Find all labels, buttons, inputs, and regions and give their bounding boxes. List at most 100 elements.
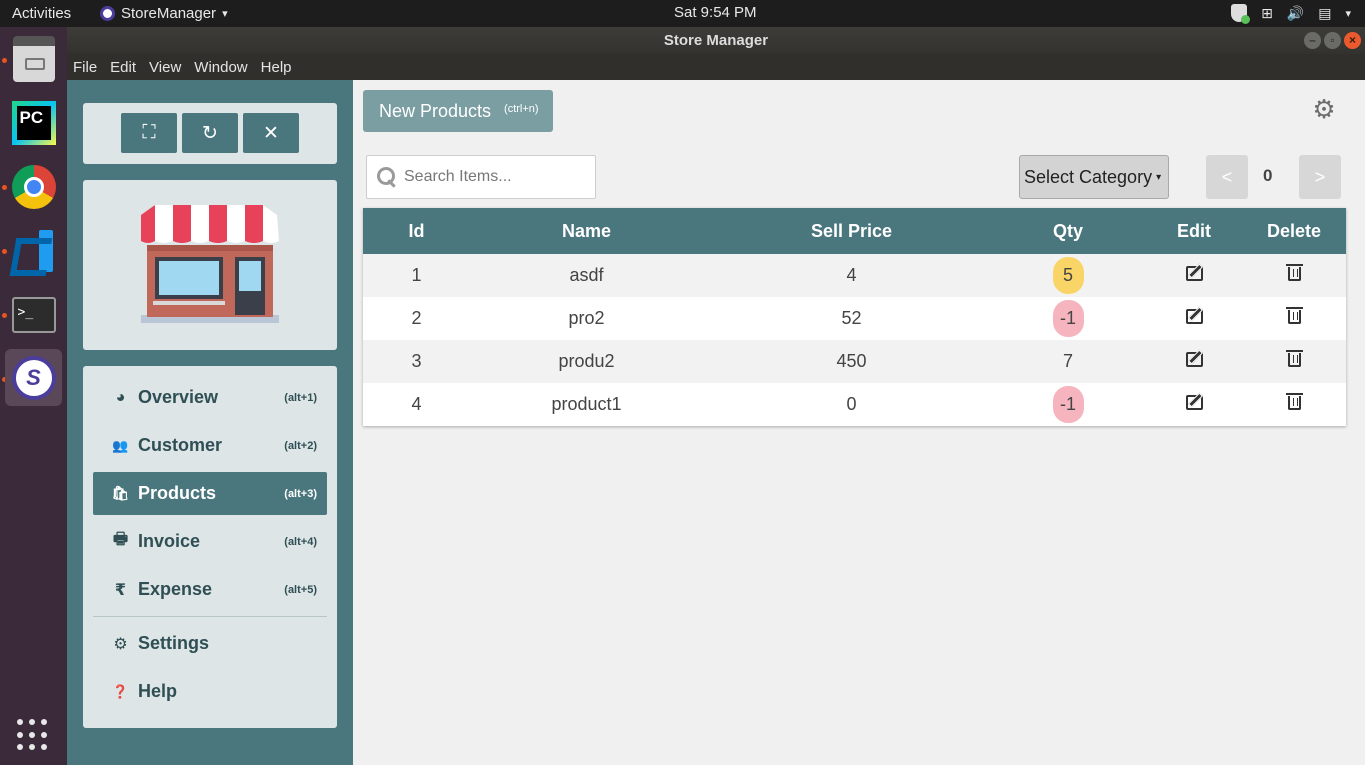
store-manager-app-icon [100,6,115,21]
security-shield-icon[interactable] [1231,4,1251,24]
system-top-bar: Activities StoreManager ▾ Sat 9:54 PM ⊞ … [0,0,1365,27]
menu-window[interactable]: Window [188,54,254,80]
column-header-id: Id [408,220,425,241]
row-id: 4 [411,394,422,414]
next-page-button[interactable]: > [1299,155,1341,199]
printer-icon: 🖶 [112,531,129,548]
column-header-name: Name [561,220,612,241]
table-header: Id Name Sell Price Qty Edit Delete [363,208,1346,254]
nav-products-label: Products [138,483,217,503]
vscode-icon [13,229,55,272]
dock-pycharm[interactable]: PC [5,94,62,151]
menu-help[interactable]: Help [255,54,299,80]
settings-gear-icon[interactable]: ⚙ [1312,96,1336,122]
search-icon [377,167,397,187]
menu-file[interactable]: File [67,54,104,80]
nav-expense[interactable]: ₹ Expense (alt+5) [93,568,327,611]
prev-page-button[interactable]: < [1206,155,1248,199]
column-header-sell-price: Sell Price [810,220,893,241]
row-id: 1 [411,265,422,285]
window-controls-card: ⛶ ↻ ✕ [83,103,337,164]
dock-vscode[interactable] [5,222,62,279]
category-select[interactable]: Select Category ▾ [1019,155,1169,199]
app-menu[interactable]: StoreManager ▾ [100,5,228,22]
column-header-edit: Edit [1177,220,1211,241]
clock[interactable]: Sat 9:54 PM [674,4,757,21]
dock-files[interactable] [5,30,62,87]
trash-icon[interactable] [1285,264,1303,281]
row-id: 3 [411,351,422,371]
refresh-button[interactable]: ↻ [182,113,238,153]
row-sell-price: 4 [846,265,857,285]
close-button[interactable]: ✕ [243,113,299,153]
nav-settings[interactable]: ⚙ Settings [93,622,327,665]
qty-badge: 7 [1062,351,1073,371]
nav-products[interactable]: 🛍 Products (alt+3) [93,472,327,515]
volume-icon[interactable]: 🔊 [1287,5,1304,22]
row-name: asdf [569,265,604,285]
rupee-icon: ₹ [114,581,127,599]
show-applications-icon[interactable] [17,719,49,751]
users-icon: 👥 [112,437,129,453]
row-name: product1 [551,394,622,414]
dock-store-manager[interactable]: S [5,349,62,406]
pycharm-icon-label: PC [16,105,51,140]
category-select-value: Select Category [1024,166,1153,187]
row-sell-price: 0 [846,394,857,414]
menu-edit[interactable]: Edit [104,54,143,80]
activities-button[interactable]: Activities [12,5,71,22]
nav-overview-label: Overview [138,387,219,407]
nav-invoice[interactable]: 🖶 Invoice (alt+4) [93,520,327,563]
row-sell-price: 52 [841,308,862,328]
trash-icon[interactable] [1285,350,1303,367]
chevron-down-icon: ▾ [222,8,228,20]
battery-icon[interactable]: ▤ [1318,5,1331,22]
new-products-button[interactable]: New Products (ctrl+n) [363,90,553,132]
dock-terminal[interactable]: >_ [5,286,62,343]
table-row: 4 product1 0 -1 [363,383,1346,426]
menu-view[interactable]: View [143,54,188,80]
edit-icon[interactable] [1185,395,1203,410]
nav-help-label: Help [138,681,178,701]
search-box[interactable] [366,155,596,199]
edit-icon[interactable] [1185,309,1203,324]
window-title: Store Manager [663,32,769,49]
minimize-button[interactable]: – [1304,32,1321,49]
trash-icon[interactable] [1285,307,1303,324]
products-panel: New Products (ctrl+n) ⚙ Select Category … [353,80,1365,765]
qty-badge: 5 [1052,257,1084,294]
nav-customer[interactable]: 👥 Customer (alt+2) [93,424,327,467]
chevron-down-icon[interactable]: ▾ [1345,7,1351,20]
search-input[interactable] [404,168,584,186]
qty-badge: -1 [1052,300,1084,337]
nav-overview[interactable]: ◕ Overview (alt+1) [93,376,327,419]
row-sell-price: 450 [836,351,867,371]
nav-invoice-shortcut: (alt+4) [284,535,317,548]
network-icon[interactable]: ⊞ [1261,5,1273,22]
nav-customer-label: Customer [138,435,223,455]
maximize-button[interactable]: ▫ [1324,32,1341,49]
trash-icon[interactable] [1285,393,1303,410]
nav-help[interactable]: ❓ Help [93,670,327,713]
table-row: 3 produ2 450 7 [363,340,1346,383]
row-id: 2 [411,308,422,328]
system-tray[interactable]: ⊞ 🔊 ▤ ▾ [1231,4,1351,24]
terminal-icon: >_ [11,296,56,333]
fullscreen-button[interactable]: ⛶ [121,113,177,153]
nav-products-shortcut: (alt+3) [284,487,317,500]
app-menu-label: StoreManager [121,5,217,22]
close-window-button[interactable]: × [1344,32,1361,49]
new-products-shortcut: (ctrl+n) [504,103,539,115]
edit-icon[interactable] [1185,352,1203,367]
pycharm-icon: PC [11,100,56,145]
window-titlebar: Store Manager – ▫ × [67,27,1365,54]
qty-badge: -1 [1052,386,1084,423]
nav-settings-label: Settings [138,633,210,653]
edit-icon[interactable] [1185,266,1203,281]
dock-chrome[interactable] [5,158,62,215]
nav-menu: ◕ Overview (alt+1) 👥 Customer (alt+2) 🛍 … [83,366,337,728]
nav-expense-shortcut: (alt+5) [284,583,317,596]
products-table: Id Name Sell Price Qty Edit Delete 1 asd… [363,208,1346,426]
store-manager-icon: S [11,355,56,400]
row-name: pro2 [568,308,605,328]
